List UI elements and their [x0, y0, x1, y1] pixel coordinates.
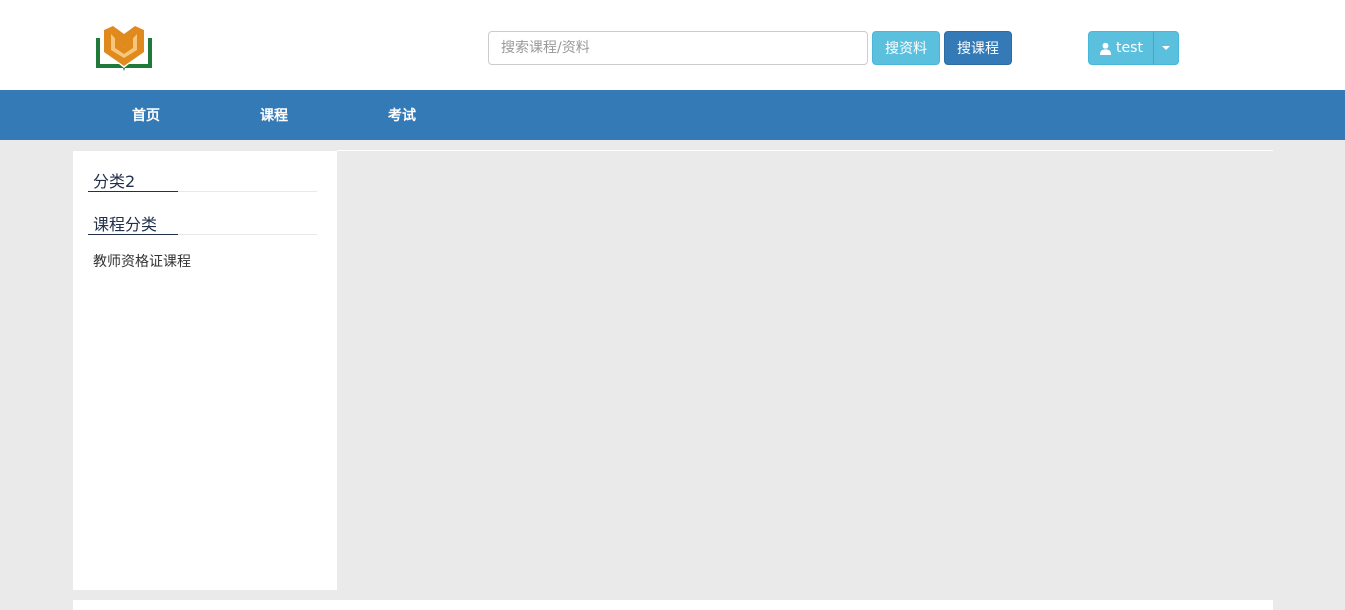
user-menu-button[interactable]: test	[1088, 31, 1154, 65]
main-nav: 首页 课程 考试	[0, 90, 1345, 140]
search-material-button[interactable]: 搜资料	[872, 31, 940, 65]
content-footer-panel	[73, 600, 1273, 610]
search-input[interactable]	[488, 31, 868, 65]
nav-item-exam[interactable]: 考试	[338, 90, 466, 140]
category-section-label: 分类2	[93, 172, 136, 191]
user-name: test	[1116, 40, 1143, 56]
content-divider	[337, 150, 1273, 151]
course-category-label: 课程分类	[93, 215, 158, 234]
category-link-teacher-cert[interactable]: 教师资格证课程	[93, 251, 191, 271]
nav-item-home[interactable]: 首页	[82, 90, 210, 140]
category-section-title: 分类2	[88, 164, 317, 192]
logo[interactable]	[93, 24, 155, 74]
book-logo-icon	[96, 26, 152, 71]
course-category-title: 课程分类	[88, 207, 317, 235]
section-underline	[88, 191, 178, 192]
user-icon	[1099, 42, 1112, 55]
caret-down-icon	[1162, 46, 1170, 50]
user-dropdown-toggle[interactable]	[1153, 31, 1179, 65]
search-course-button[interactable]: 搜课程	[944, 31, 1012, 65]
category-sidebar: 分类2 课程分类 教师资格证课程	[73, 151, 337, 590]
nav-item-course[interactable]: 课程	[210, 90, 338, 140]
section-underline	[88, 234, 178, 235]
header: 搜资料 搜课程 test	[0, 0, 1345, 90]
